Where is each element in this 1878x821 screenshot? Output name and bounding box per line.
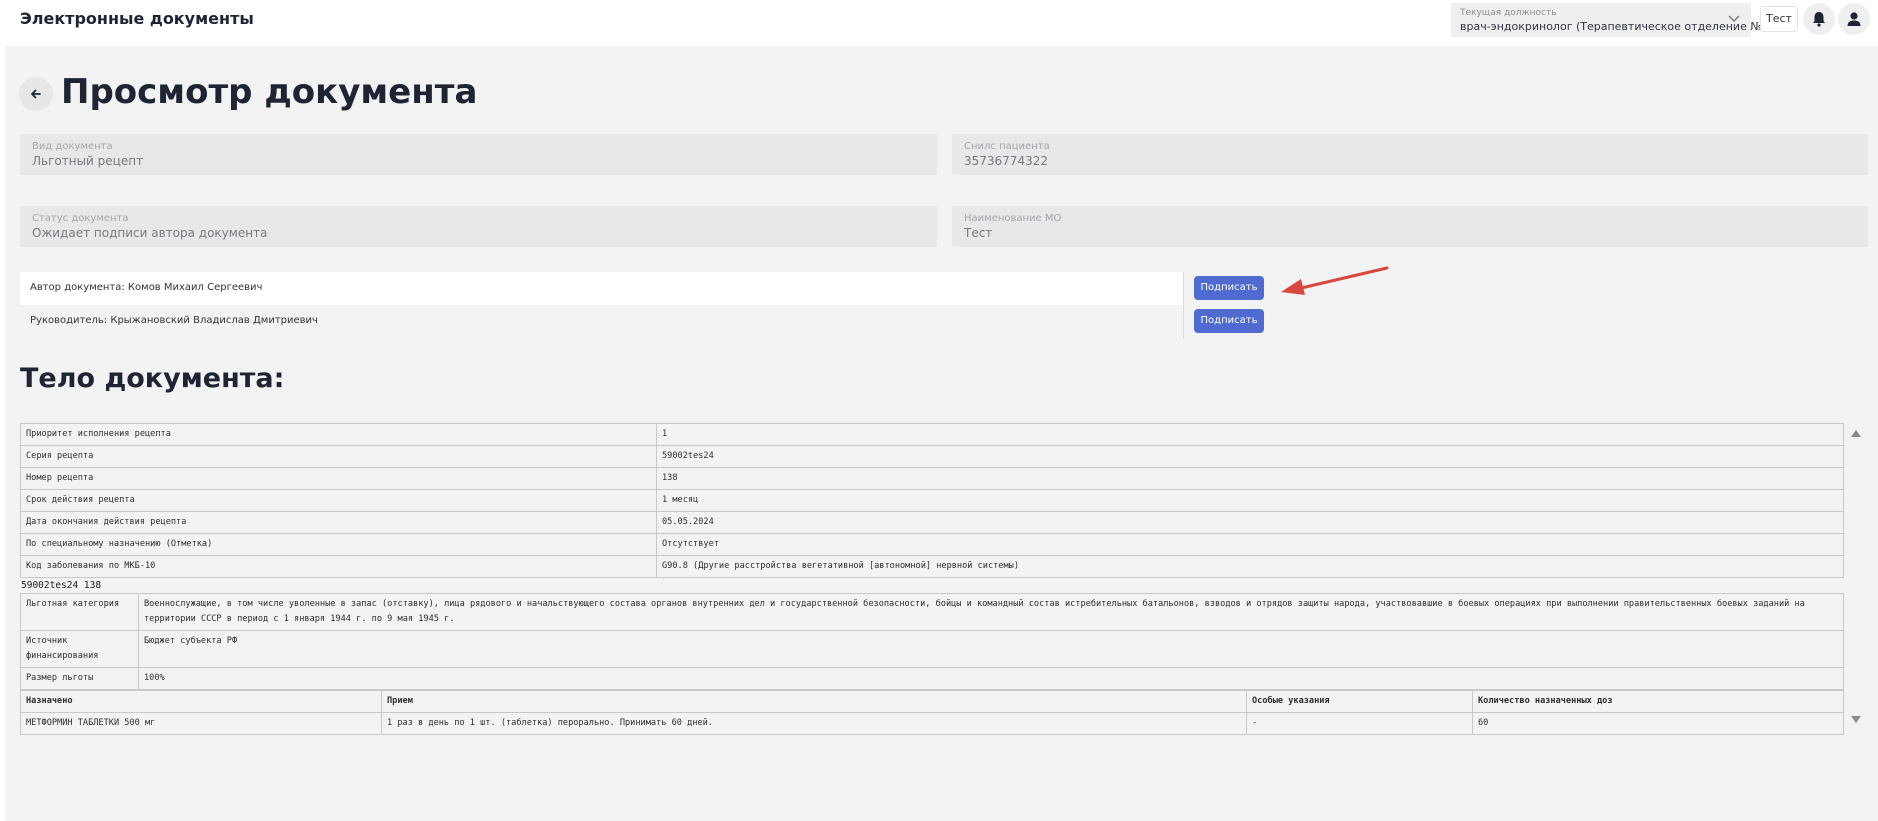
table-cell: МЕТФОРМИН ТАБЛЕТКИ 500 мг [20, 712, 382, 735]
row-key: Номер рецепта [20, 467, 657, 490]
divider [1183, 272, 1184, 305]
column-header: Особые указания [1246, 690, 1473, 713]
signature-row-author: Автор документа: Комов Михаил Сергеевич [20, 272, 1184, 305]
row-key: Срок действия рецепта [20, 489, 657, 512]
divider [1183, 305, 1184, 338]
table-row: Код заболевания по МКБ-10 G90.8 (Другие р… [20, 555, 1844, 578]
table-row: Срок действия рецепта 1 месяц [20, 489, 1844, 512]
table-row: Серия рецепта 59002tes24 [20, 445, 1844, 468]
app-title: Электронные документы [20, 9, 254, 28]
table-row: МЕТФОРМИН ТАБЛЕТКИ 500 мг 1 раз в день по… [20, 712, 1844, 735]
table-row: По специальному назначению (Отметка) Отсу… [20, 533, 1844, 556]
row-key: По специальному назначению (Отметка) [20, 533, 657, 556]
row-value: 1 [656, 423, 1844, 446]
chevron-down-icon [1728, 15, 1740, 23]
field-caption: Наименование МО [964, 213, 1062, 224]
bell-icon [1813, 12, 1825, 27]
table-row: Номер рецепта 138 [20, 467, 1844, 490]
row-value: 1 месяц [656, 489, 1844, 512]
field-caption: Статус документа [32, 213, 129, 224]
position-caption: Текущая должность [1460, 8, 1557, 18]
row-value: 138 [656, 467, 1844, 490]
recipe-table: Приоритет исполнения рецепта 1 Серия рецеп… [20, 423, 1844, 578]
signature-row-head: Руководитель: Крыжановский Владислав Дми… [20, 305, 1184, 338]
prescription-table: Назначено Прием Особые указания Количество … [20, 690, 1844, 735]
user-name-button[interactable]: Тест [1760, 6, 1798, 32]
sign-author-button[interactable]: Подписать [1194, 276, 1264, 300]
field-value: Льготный рецепт [32, 154, 144, 168]
row-value: 05.05.2024 [656, 511, 1844, 534]
top-bar: Электронные документы Текущая должность … [0, 0, 1878, 46]
status-field: Статус документа Ожидает подписи автора … [20, 206, 937, 247]
signature-label: Руководитель: Крыжановский Владислав Дми… [30, 315, 318, 326]
scroll-up-icon[interactable] [1850, 428, 1862, 438]
profile-button[interactable] [1838, 3, 1870, 35]
arrow-left-icon [31, 89, 41, 99]
column-header: Прием [381, 690, 1247, 713]
column-header: Количество назначенных доз [1472, 690, 1844, 713]
table-row: Источник финансирования Бюджет субъекта Р… [20, 630, 1844, 668]
table-cell: 60 [1472, 712, 1844, 735]
scroll-down-icon[interactable] [1850, 715, 1862, 725]
table-cell: 1 раз в день по 1 шт. (таблетка) перорал… [381, 712, 1247, 735]
field-caption: Вид документа [32, 141, 113, 152]
row-key: Размер льготы [20, 667, 139, 690]
field-caption: Снилс пациента [964, 141, 1050, 152]
table-row: Размер льготы 100% [20, 667, 1844, 690]
signature-label: Автор документа: Комов Михаил Сергеевич [30, 282, 263, 293]
row-key: Серия рецепта [20, 445, 657, 468]
field-value: Тест [964, 226, 993, 240]
field-value: Ожидает подписи автора документа [32, 226, 268, 240]
row-key: Приоритет исполнения рецепта [20, 423, 657, 446]
table-row: Приоритет исполнения рецепта 1 [20, 423, 1844, 446]
document-body-title: Тело документа: [20, 363, 285, 394]
doc-type-field: Вид документа Льготный рецепт [20, 134, 937, 175]
series-number-line: 59002tes24 138 [21, 580, 102, 591]
mo-name-field: Наименование МО Тест [952, 206, 1868, 247]
row-value: G90.8 (Другие расстройства вегетативной … [656, 555, 1844, 578]
position-select[interactable]: Текущая должность врач-эндокринолог (Тер… [1451, 3, 1777, 37]
annotation-arrow-icon [1281, 266, 1389, 295]
page-title: Просмотр документа [61, 72, 478, 112]
field-value: 35736774322 [964, 154, 1048, 168]
row-key: Дата окончания действия рецепта [20, 511, 657, 534]
row-key: Код заболевания по МКБ-10 [20, 555, 657, 578]
table-row: Льготная категория Военнослужащие, в том … [20, 593, 1844, 631]
user-icon [1847, 12, 1861, 26]
row-value: Бюджет субъекта РФ [138, 630, 1844, 668]
column-header: Назначено [20, 690, 382, 713]
notifications-button[interactable] [1803, 3, 1835, 35]
row-value: 59002tes24 [656, 445, 1844, 468]
row-key: Льготная категория [20, 593, 139, 631]
sign-head-button[interactable]: Подписать [1194, 309, 1264, 333]
table-cell: - [1246, 712, 1473, 735]
document-body: Приоритет исполнения рецепта 1 Серия рецеп… [20, 423, 1844, 735]
snils-field: Снилс пациента 35736774322 [952, 134, 1868, 175]
row-value: Военнослужащие, в том числе уволенные в … [138, 593, 1844, 631]
row-value: Отсутствует [656, 533, 1844, 556]
back-button[interactable] [19, 77, 53, 111]
table-row: Дата окончания действия рецепта 05.05.202… [20, 511, 1844, 534]
row-value: 100% [138, 667, 1844, 690]
benefit-table: Льготная категория Военнослужащие, в том … [20, 593, 1844, 690]
row-key: Источник финансирования [20, 630, 139, 668]
